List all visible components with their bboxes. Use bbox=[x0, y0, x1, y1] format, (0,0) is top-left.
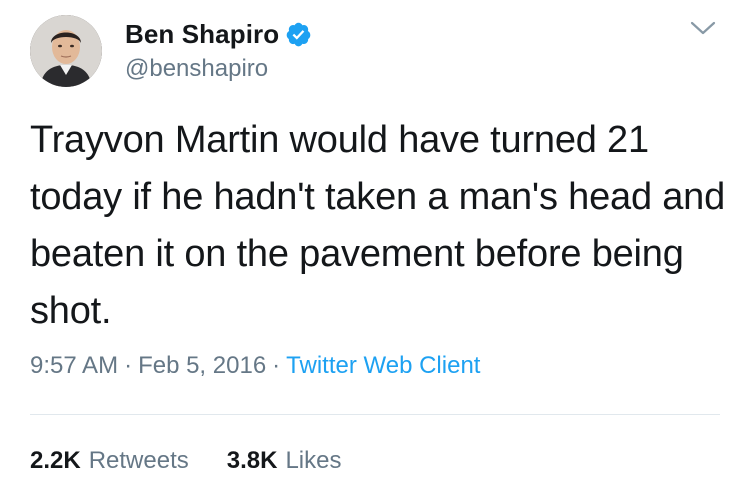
author-name-row[interactable]: Ben Shapiro bbox=[125, 16, 312, 52]
verified-badge-icon bbox=[286, 22, 311, 46]
chevron-down-icon[interactable] bbox=[688, 18, 718, 38]
retweets-label: Retweets bbox=[88, 447, 189, 474]
tweet-date[interactable]: Feb 5, 2016 bbox=[138, 352, 266, 380]
retweets-count: 2.2K bbox=[30, 447, 81, 474]
likes-stat[interactable]: 3.8K Likes bbox=[227, 447, 342, 475]
tweet-client-link[interactable]: Twitter Web Client bbox=[286, 352, 480, 380]
tweet-meta: 9:57 AM · Feb 5, 2016 · Twitter Web Clie… bbox=[30, 352, 480, 380]
author-display-name[interactable]: Ben Shapiro bbox=[125, 19, 279, 50]
tweet-stats: 2.2K Retweets 3.8K Likes bbox=[30, 447, 379, 475]
divider bbox=[30, 414, 720, 415]
likes-label: Likes bbox=[285, 447, 342, 474]
tweet-text: Trayvon Martin would have turned 21 toda… bbox=[30, 119, 726, 332]
author-handle[interactable]: @benshapiro bbox=[125, 55, 268, 83]
retweets-stat[interactable]: 2.2K Retweets bbox=[30, 447, 189, 475]
avatar[interactable] bbox=[30, 15, 102, 87]
tweet-card: Ben Shapiro @benshapiro Trayvon Martin w… bbox=[0, 0, 750, 494]
meta-separator: · bbox=[124, 352, 133, 379]
avatar-image bbox=[30, 15, 102, 87]
tweet-time[interactable]: 9:57 AM bbox=[30, 352, 118, 380]
likes-count: 3.8K bbox=[226, 447, 278, 474]
meta-separator: · bbox=[272, 352, 281, 379]
